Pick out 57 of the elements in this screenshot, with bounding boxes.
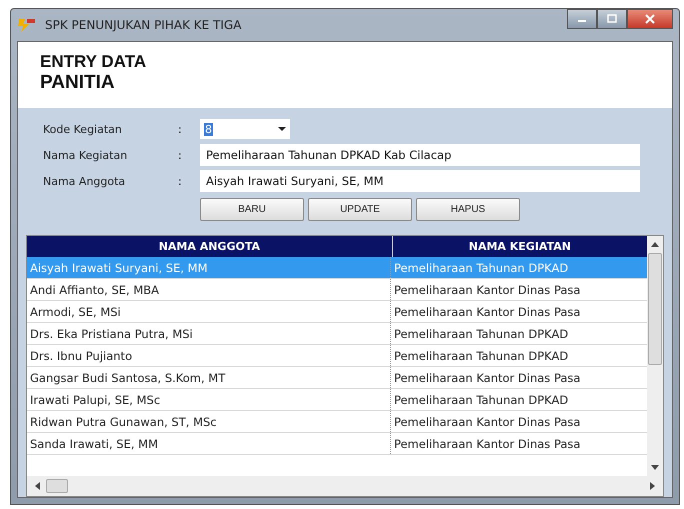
action-button[interactable]: BARU (200, 198, 304, 221)
scroll-right-icon (650, 482, 655, 490)
table-cell: Irawati Palupi, SE, MSc (27, 389, 391, 410)
table-cell-text: Pemeliharaan Kantor Dinas Pasa (392, 436, 582, 452)
table-row[interactable]: Gangsar Budi Santosa, S.Kom, MT Pemeliharaan Kantor Dinas Pasa (27, 367, 647, 389)
header-title: ENTRY DATA (40, 52, 148, 72)
scroll-down-icon (651, 465, 659, 470)
table-cell: Drs. Ibnu Pujianto (27, 345, 391, 366)
field-label: Nama Anggota (43, 174, 126, 188)
app-icon (17, 17, 37, 33)
maximize-button[interactable] (597, 9, 627, 29)
table-cell-text: Pemeliharaan Tahunan DPKAD (392, 260, 570, 276)
scroll-left-icon (35, 482, 40, 490)
field-separator: : (178, 174, 183, 188)
dropdown-field[interactable]: 8 (200, 119, 290, 139)
table-cell: Drs. Eka Pristiana Putra, MSi (27, 323, 391, 344)
scroll-up-icon (651, 242, 659, 247)
table-cell: Ridwan Putra Gunawan, ST, MSc (27, 411, 391, 432)
close-icon (645, 14, 655, 24)
table-cell-text: Pemeliharaan Kantor Dinas Pasa (392, 370, 582, 386)
table-row[interactable]: Andi Affianto, SE, MBA Pemeliharaan Kantor Dinas Pasa (27, 279, 647, 301)
table-cell: Aisyah Irawati Suryani, SE, MM (27, 257, 391, 278)
table-cell-text: Pemeliharaan Tahunan DPKAD (392, 392, 570, 408)
column-header[interactable]: NAMA KEGIATAN (392, 236, 647, 257)
field-separator: : (178, 122, 183, 136)
table-cell-text: Pemeliharaan Kantor Dinas Pasa (392, 282, 582, 298)
table-row[interactable]: Drs. Eka Pristiana Putra, MSi Pemeliharaan Tahunan DPKAD (27, 323, 647, 345)
close-button[interactable] (627, 9, 673, 29)
maximize-icon (607, 14, 617, 24)
field-separator: : (178, 148, 183, 162)
table-row[interactable]: Ridwan Putra Gunawan, ST, MSc Pemeliharaan Kantor Dinas Pasa (27, 411, 647, 433)
table-cell: Sanda Irawati, SE, MM (27, 433, 391, 454)
caret-icon (278, 127, 286, 131)
table-cell: Gangsar Budi Santosa, S.Kom, MT (27, 367, 391, 388)
table-row[interactable]: Irawati Palupi, SE, MSc Pemeliharaan Tahunan DPKAD (27, 389, 647, 411)
table-cell-text: Pemeliharaan Kantor Dinas Pasa (392, 304, 582, 320)
field-label: Kode Kegiatan (43, 122, 123, 136)
input-field[interactable]: Aisyah Irawati Suryani, SE, MM (200, 170, 640, 192)
horizontal-scrollbar[interactable] (27, 476, 663, 496)
table-cell-text: Pemeliharaan Kantor Dinas Pasa (392, 414, 582, 430)
table-row[interactable]: Armodi, SE, MSi Pemeliharaan Kantor Dinas Pasa (27, 301, 647, 323)
header-subtitle: PANITIA (40, 72, 116, 94)
table-cell-text: Pemeliharaan Tahunan DPKAD (392, 348, 570, 364)
action-button[interactable]: HAPUS (416, 198, 520, 221)
table-cell: Armodi, SE, MSi (27, 301, 391, 322)
scroll-thumb[interactable] (46, 479, 68, 493)
window-title: SPK PENUNJUKAN PIHAK KE TIGA (45, 18, 242, 32)
field-label: Nama Kegiatan (43, 148, 128, 162)
vertical-scrollbar[interactable] (647, 236, 663, 476)
scroll-thumb[interactable] (648, 253, 662, 365)
minimize-button[interactable] (567, 9, 597, 29)
input-field[interactable]: Pemeliharaan Tahunan DPKAD Kab Cilacap (200, 144, 640, 166)
table-cell: Andi Affianto, SE, MBA (27, 279, 391, 300)
action-button[interactable]: UPDATE (308, 198, 412, 221)
table-cell-text: Pemeliharaan Tahunan DPKAD (392, 326, 570, 342)
table-row[interactable]: Drs. Ibnu Pujianto Pemeliharaan Tahunan DPKAD (27, 345, 647, 367)
table-row[interactable]: Sanda Irawati, SE, MM Pemeliharaan Kantor Dinas Pasa (27, 433, 647, 455)
